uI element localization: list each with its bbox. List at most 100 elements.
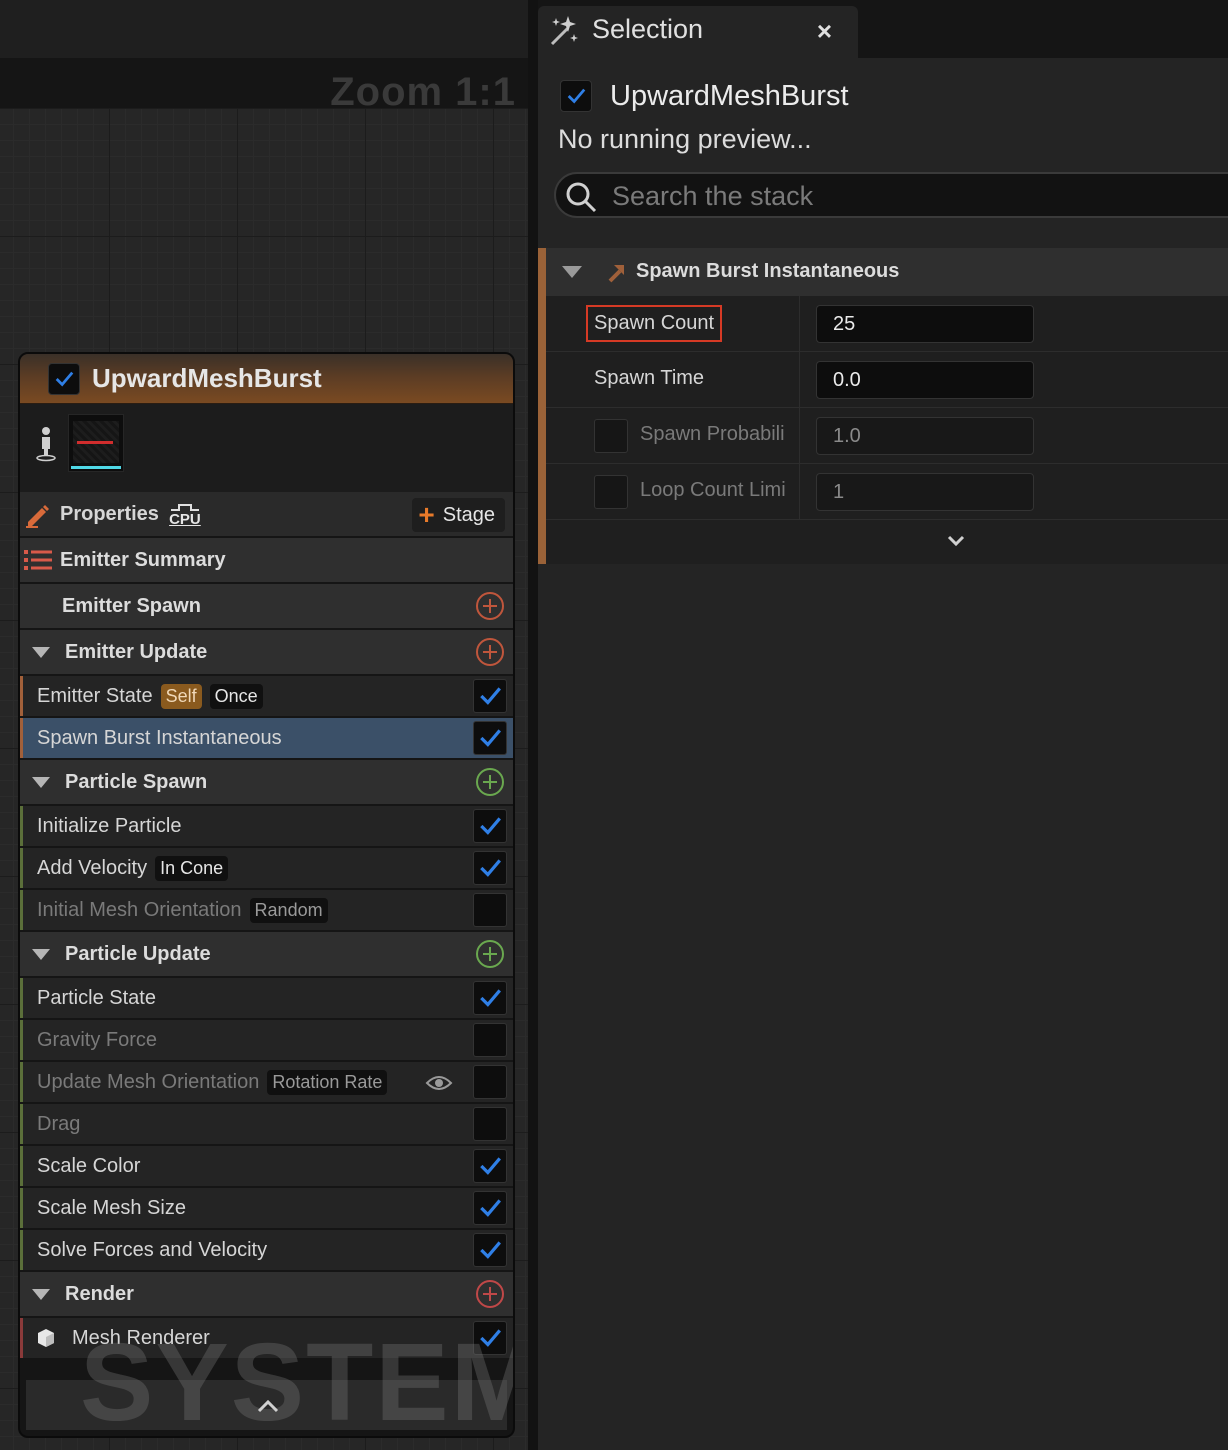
module-enable-checkbox[interactable]	[473, 1233, 507, 1267]
search-input[interactable]	[612, 178, 1212, 214]
module-enable-checkbox[interactable]	[473, 1191, 507, 1225]
module-enable-checkbox[interactable]	[473, 851, 507, 885]
properties-row[interactable]: Properties CPU + Stage	[20, 492, 513, 538]
thumbnail-selected-indicator	[71, 466, 121, 469]
eye-icon[interactable]	[425, 1074, 453, 1092]
module-enable-checkbox[interactable]	[473, 809, 507, 843]
add-module-plus-icon[interactable]	[475, 939, 505, 969]
module-row[interactable]: Scale Color	[20, 1146, 513, 1188]
emitter-node[interactable]: UpwardMeshBurst Properties CPU + Stage E…	[18, 352, 515, 1438]
emitter-color-stripe	[538, 248, 546, 564]
stack-search[interactable]	[554, 172, 1228, 218]
emitter-node-header[interactable]: UpwardMeshBurst	[20, 354, 513, 404]
module-tag: Self	[160, 683, 202, 709]
module-row[interactable]: Emitter State Self Once	[20, 676, 513, 718]
module-details-card: Spawn Burst Instantaneous Spawn Count 25 S…	[538, 248, 1228, 564]
expand-triangle-icon[interactable]	[562, 266, 582, 278]
parameter-name: Spawn Probabili	[640, 423, 785, 445]
module-tag: Once	[209, 683, 263, 709]
module-header[interactable]: Spawn Burst Instantaneous	[546, 248, 1228, 296]
module-row[interactable]: Scale Mesh Size	[20, 1188, 513, 1230]
person-icon[interactable]	[36, 426, 56, 462]
module-tag: Rotation Rate	[267, 1069, 388, 1095]
section-label: Particle Update	[65, 942, 211, 965]
tab-selection[interactable]: Selection ×	[538, 6, 858, 58]
section-color-stripe	[20, 718, 23, 758]
parameter-row[interactable]: Spawn Time 0.0	[546, 352, 1228, 408]
collapse-triangle-icon[interactable]	[32, 646, 50, 658]
section-label: Emitter Update	[65, 640, 208, 663]
parameter-value-field[interactable]: 0.0	[816, 361, 1034, 399]
parameter-row[interactable]: Loop Count Limi 1	[546, 464, 1228, 520]
add-module-plus-icon[interactable]	[475, 1279, 505, 1309]
collapse-triangle-icon[interactable]	[32, 948, 50, 960]
stack-section[interactable]: Render	[20, 1272, 513, 1318]
add-module-plus-icon[interactable]	[475, 637, 505, 667]
module-enable-checkbox[interactable]	[473, 1321, 507, 1355]
sim-target-label: CPU	[169, 510, 201, 528]
parameter-value-field[interactable]: 1	[816, 473, 1034, 511]
module-label: Gravity Force	[37, 1028, 158, 1051]
parameter-name: Spawn Time	[594, 367, 705, 389]
module-enable-checkbox[interactable]	[473, 1023, 507, 1057]
section-label: Emitter Spawn	[62, 594, 201, 617]
module-row[interactable]: Particle State	[20, 978, 513, 1020]
parameter-row[interactable]: Spawn Probabili 1.0	[546, 408, 1228, 464]
emitter-enable-checkbox[interactable]	[48, 362, 80, 395]
collapse-up-icon[interactable]	[256, 1398, 280, 1414]
stack-section[interactable]: Emitter Spawn	[20, 584, 513, 630]
parameter-value-field[interactable]: 25	[816, 305, 1034, 343]
parameter-toggle-checkbox[interactable]	[594, 419, 628, 453]
stack-section[interactable]: Particle Spawn	[20, 760, 513, 806]
module-enable-checkbox[interactable]	[473, 721, 507, 755]
emitter-thumbnail[interactable]	[68, 414, 124, 472]
collapse-triangle-icon[interactable]	[32, 1288, 50, 1300]
module-row[interactable]: Mesh Renderer	[20, 1318, 513, 1360]
plus-icon: +	[418, 499, 435, 530]
module-enable-checkbox[interactable]	[473, 1065, 507, 1099]
module-row[interactable]: Add Velocity In Cone	[20, 848, 513, 890]
checkmark-icon	[480, 687, 501, 705]
parameter-toggle-checkbox[interactable]	[594, 475, 628, 509]
section-color-stripe	[20, 1188, 23, 1228]
section-color-stripe	[20, 848, 23, 888]
checkmark-icon	[480, 859, 501, 877]
stack-section[interactable]: Particle Update	[20, 932, 513, 978]
module-enable-checkbox[interactable]	[473, 981, 507, 1015]
close-icon[interactable]: ×	[817, 16, 832, 47]
graph-canvas[interactable]: Zoom 1:1 UpwardMeshBurst Properties CPU …	[0, 0, 528, 1450]
module-row[interactable]: Drag	[20, 1104, 513, 1146]
module-row[interactable]: Initial Mesh Orientation Random	[20, 890, 513, 932]
module-enable-checkbox[interactable]	[473, 679, 507, 713]
module-label: Add Velocity	[37, 856, 148, 879]
module-row[interactable]: Update Mesh Orientation Rotation Rate	[20, 1062, 513, 1104]
graph-top-bar	[0, 0, 528, 58]
parameter-row[interactable]: Spawn Count 25	[546, 296, 1228, 352]
module-row[interactable]: Solve Forces and Velocity	[20, 1230, 513, 1272]
stack-section[interactable]: Emitter Update	[20, 630, 513, 676]
add-stage-button[interactable]: + Stage	[412, 498, 505, 532]
module-label: Scale Color	[37, 1154, 141, 1177]
preview-emitter-checkbox[interactable]	[560, 80, 592, 112]
chevron-down-icon[interactable]	[946, 534, 966, 548]
module-tag: In Cone	[155, 855, 229, 881]
panel-divider[interactable]	[528, 0, 538, 1450]
module-label: Initialize Particle	[37, 814, 182, 837]
module-row[interactable]: Gravity Force	[20, 1020, 513, 1062]
section-color-stripe	[20, 1104, 23, 1144]
cube-icon	[38, 1329, 54, 1347]
module-label: Drag	[37, 1112, 81, 1135]
parameter-value-field[interactable]: 1.0	[816, 417, 1034, 455]
module-enable-checkbox[interactable]	[473, 893, 507, 927]
add-module-plus-icon[interactable]	[475, 767, 505, 797]
collapse-triangle-icon[interactable]	[32, 776, 50, 788]
module-enable-checkbox[interactable]	[473, 1107, 507, 1141]
emitter-summary-row[interactable]: Emitter Summary	[20, 538, 513, 584]
add-module-plus-icon[interactable]	[475, 591, 505, 621]
selected-emitter-name: UpwardMeshBurst	[610, 80, 849, 112]
module-label: Initial Mesh Orientation	[37, 898, 242, 921]
module-enable-checkbox[interactable]	[473, 1149, 507, 1183]
module-row[interactable]: Initialize Particle	[20, 806, 513, 848]
emitter-thumbnail-row	[20, 404, 513, 492]
module-row[interactable]: Spawn Burst Instantaneous	[20, 718, 513, 760]
